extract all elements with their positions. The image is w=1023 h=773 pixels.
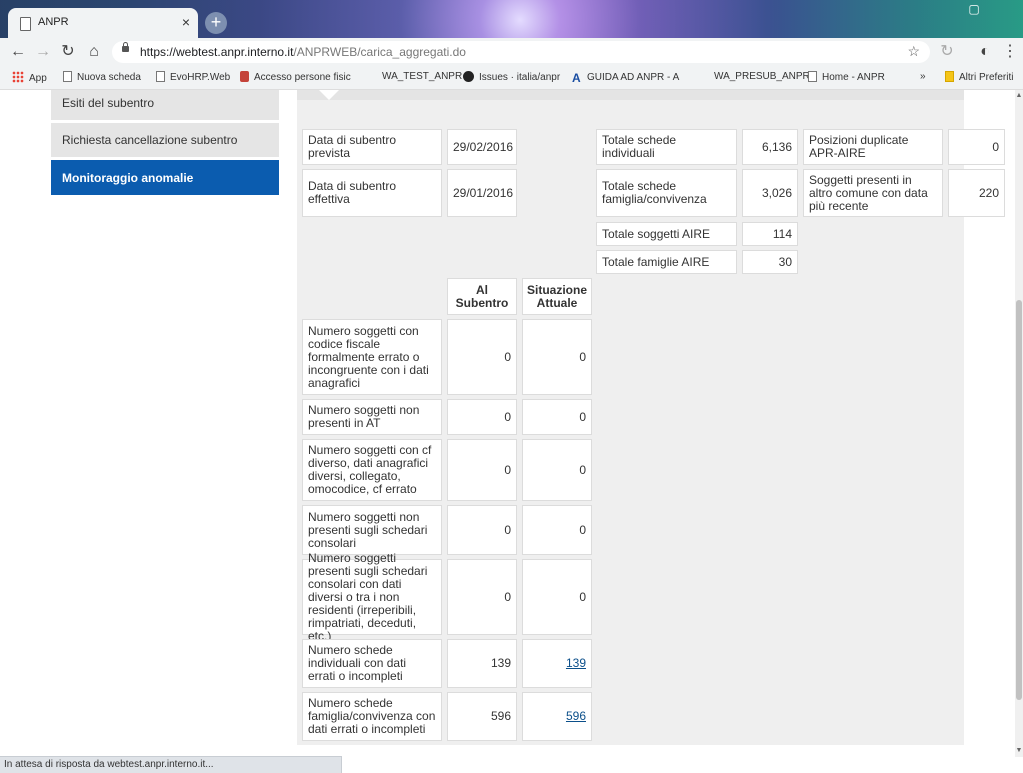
- bookmark-issues[interactable]: Issues · italia/anpr: [463, 71, 560, 83]
- bookmark-app[interactable]: App: [12, 71, 47, 84]
- bookmark-wa-presub[interactable]: WA_PRESUB_ANPR: [714, 71, 810, 82]
- page-scrollbar[interactable]: ▲ ▼: [1015, 90, 1023, 757]
- bookmarks-bar: App Nuova scheda EvoHRP.Web Accesso pers…: [0, 66, 1023, 90]
- sidebar-item-monitoraggio-anomalie[interactable]: Monitoraggio anomalie: [51, 160, 279, 197]
- reload-icon[interactable]: ↻: [58, 42, 78, 62]
- value-data-subentro-prevista: 29/02/2016: [447, 129, 517, 165]
- menu-icon[interactable]: ⋮: [1000, 42, 1020, 62]
- panel-pointer: [319, 90, 339, 100]
- anomaly-row-subentro: 0: [447, 399, 517, 435]
- page-icon: [63, 71, 72, 82]
- anomaly-row-attuale: 0: [522, 439, 592, 501]
- label-totale-famiglie-aire: Totale famiglie AIRE: [596, 250, 737, 274]
- url-text[interactable]: https://webtest.anpr.interno.it/ANPRWEB/…: [140, 45, 466, 59]
- label-totale-soggetti-aire: Totale soggetti AIRE: [596, 222, 737, 246]
- value-totale-famiglie-aire: 30: [742, 250, 798, 274]
- anomaly-row-attuale: 0: [522, 399, 592, 435]
- label-posizioni-duplicate: Posizioni duplicate APR-AIRE: [803, 129, 943, 165]
- value-data-subentro-effettiva: 29/01/2016: [447, 169, 517, 217]
- scroll-down-icon[interactable]: ▼: [1015, 747, 1023, 755]
- anomaly-row-attuale: 139: [522, 639, 592, 688]
- extension-sync-icon[interactable]: ↻: [937, 42, 957, 62]
- header-situazione-attuale: Situazione Attuale: [522, 278, 592, 315]
- browser-tab[interactable]: ANPR ×: [8, 8, 198, 38]
- anomaly-row-label: Numero soggetti con codice fiscale forma…: [302, 319, 442, 395]
- lock-icon: [122, 42, 129, 52]
- browser-tab-strip: ANPR × + ▢: [0, 0, 1023, 38]
- anomaly-row-label: Numero soggetti presenti sugli schedari …: [302, 551, 442, 642]
- sidebar-item-richiesta-cancellazione[interactable]: Richiesta cancellazione subentro: [51, 123, 279, 159]
- label-soggetti-altro-comune: Soggetti presenti in altro comune con da…: [803, 169, 943, 217]
- anomaly-row-attuale: 0: [522, 505, 592, 555]
- bookmark-nuova-scheda[interactable]: Nuova scheda: [63, 71, 141, 83]
- value-posizioni-duplicate: 0: [948, 129, 1005, 165]
- anomaly-row-subentro: 596: [447, 692, 517, 741]
- link-schede-individuali-errate[interactable]: 139: [566, 657, 586, 670]
- github-icon: [463, 71, 474, 82]
- extension-ball-icon[interactable]: ◐: [975, 42, 995, 62]
- value-totale-schede-individuali: 6,136: [742, 129, 798, 165]
- bookmark-wa-test[interactable]: WA_TEST_ANPR: [382, 71, 462, 82]
- folder-icon: [945, 71, 954, 82]
- tab-close-icon[interactable]: ×: [182, 14, 190, 30]
- label-totale-schede-individuali: Totale schede individuali: [596, 129, 737, 165]
- anomaly-row-attuale: 0: [522, 319, 592, 395]
- address-bar[interactable]: https://webtest.anpr.interno.it/ANPRWEB/…: [112, 41, 930, 63]
- page-content: Esiti del subentro Richiesta cancellazio…: [0, 90, 1015, 757]
- label-data-subentro-prevista: Data di subentro prevista: [302, 129, 442, 165]
- page-icon: [808, 71, 817, 82]
- window-restore-icon[interactable]: ▢: [965, 2, 983, 20]
- anomaly-row-label: Numero schede individuali con dati errat…: [302, 639, 442, 688]
- label-data-subentro-effettiva: Data di subentro effettiva: [302, 169, 442, 217]
- bookmark-home-anpr[interactable]: Home - ANPR: [808, 71, 885, 83]
- forward-icon[interactable]: →: [33, 42, 53, 62]
- home-icon[interactable]: ⌂: [84, 42, 104, 62]
- red-badge-icon: [240, 71, 249, 82]
- anomaly-row-label: Numero soggetti non presenti in AT: [302, 399, 442, 435]
- scrollbar-thumb[interactable]: [1016, 300, 1022, 700]
- value-totale-soggetti-aire: 114: [742, 222, 798, 246]
- anomaly-row-attuale: 596: [522, 692, 592, 741]
- bookmark-star-icon[interactable]: ☆: [907, 43, 920, 60]
- page-favicon-icon: [20, 17, 31, 31]
- bookmark-guida[interactable]: A GUIDA AD ANPR - A: [572, 71, 679, 85]
- new-tab-button[interactable]: +: [205, 12, 227, 34]
- status-bar: In attesa di risposta da webtest.anpr.in…: [0, 756, 342, 773]
- bookmark-evohrp[interactable]: EvoHRP.Web: [156, 71, 230, 83]
- page-icon: [156, 71, 165, 82]
- value-soggetti-altro-comune: 220: [948, 169, 1005, 217]
- back-icon[interactable]: ←: [8, 42, 28, 62]
- bookmark-accesso[interactable]: Accesso persone fisic: [240, 71, 351, 83]
- anomaly-row-label: Numero soggetti con cf diverso, dati ana…: [302, 439, 442, 501]
- anomaly-row-label: Numero soggetti non presenti sugli sched…: [302, 505, 442, 555]
- bookmarks-overflow-chevron-icon[interactable]: »: [920, 71, 926, 82]
- anomaly-row-subentro: 139: [447, 639, 517, 688]
- value-totale-schede-famiglia: 3,026: [742, 169, 798, 217]
- anomaly-row-label: Numero schede famiglia/convivenza con da…: [302, 692, 442, 741]
- header-al-subentro: Al Subentro: [447, 278, 517, 315]
- bookmark-altri-preferiti[interactable]: Altri Preferiti: [945, 71, 1013, 83]
- anomaly-row-subentro: 0: [447, 439, 517, 501]
- label-totale-schede-famiglia: Totale schede famiglia/convivenza: [596, 169, 737, 217]
- apps-grid-icon: [12, 71, 24, 83]
- browser-toolbar: ← → ↻ ⌂ https://webtest.anpr.interno.it/…: [0, 38, 1023, 66]
- scroll-up-icon[interactable]: ▲: [1015, 92, 1023, 100]
- anomaly-row-attuale: 0: [522, 559, 592, 635]
- sidebar-item-esiti-subentro[interactable]: Esiti del subentro: [51, 90, 279, 122]
- anomaly-row-subentro: 0: [447, 505, 517, 555]
- anomaly-row-subentro: 0: [447, 559, 517, 635]
- anomaly-row-subentro: 0: [447, 319, 517, 395]
- link-schede-famiglia-errate[interactable]: 596: [566, 710, 586, 723]
- a-logo-icon: A: [572, 71, 581, 85]
- tab-title: ANPR: [38, 16, 69, 28]
